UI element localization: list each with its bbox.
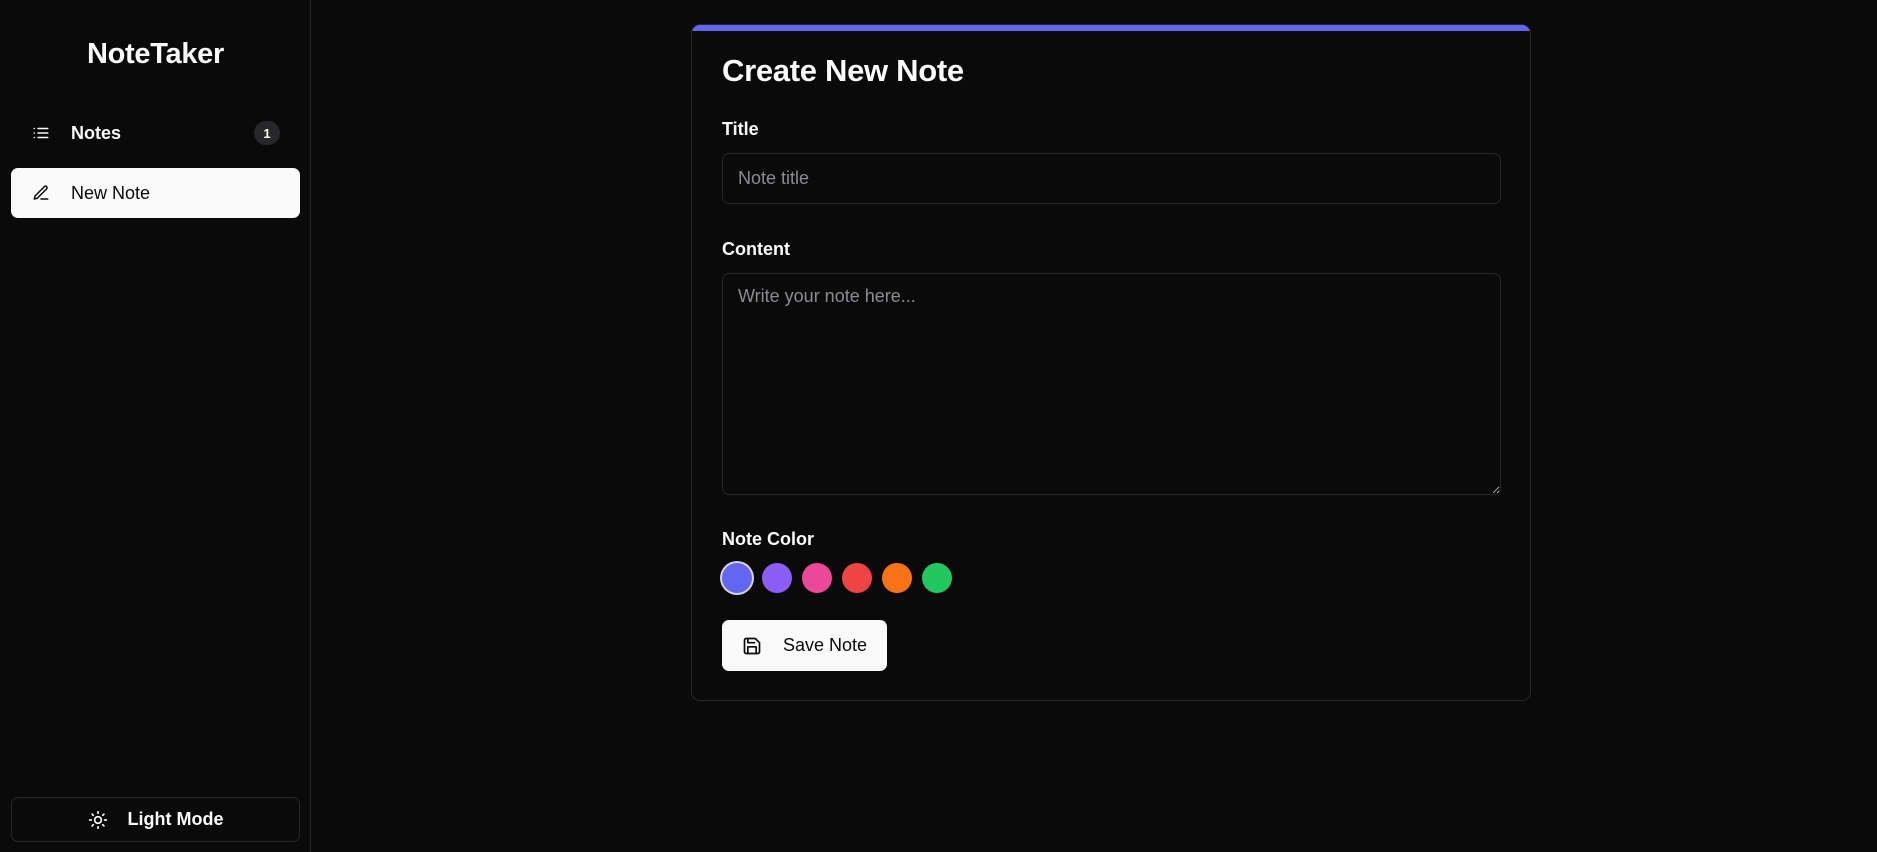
pencil-icon — [31, 183, 51, 203]
title-input[interactable] — [722, 153, 1501, 204]
app-title: NoteTaker — [87, 38, 224, 70]
save-note-label: Save Note — [783, 635, 868, 655]
app-root: NoteTaker Notes 1 New Note Light Mode Cr… — [0, 0, 1877, 852]
color-swatch-group — [722, 563, 1500, 593]
color-swatch[interactable] — [882, 563, 912, 593]
color-swatch[interactable] — [722, 563, 752, 593]
sidebar-item-label: Notes — [71, 122, 122, 143]
notes-count-badge: 1 — [254, 121, 280, 145]
content-label: Content — [722, 239, 790, 259]
card-body: Create New Note Title Content Note Color… — [692, 31, 1530, 671]
sidebar: NoteTaker Notes 1 New Note Light Mode — [0, 0, 311, 852]
color-swatch[interactable] — [802, 563, 832, 593]
theme-toggle-button[interactable]: Light Mode — [11, 797, 300, 842]
save-icon — [742, 636, 762, 656]
main-content: Create New Note Title Content Note Color… — [311, 0, 1877, 852]
color-swatch[interactable] — [842, 563, 872, 593]
page-title: Create New Note — [722, 53, 964, 88]
sidebar-item-notes[interactable]: Notes 1 — [11, 108, 300, 158]
note-color-label: Note Color — [722, 529, 814, 549]
color-swatch[interactable] — [762, 563, 792, 593]
sun-icon — [88, 810, 108, 830]
save-note-button[interactable]: Save Note — [722, 620, 888, 671]
list-icon — [31, 123, 51, 143]
theme-toggle-label: Light Mode — [127, 809, 224, 829]
sidebar-item-label: New Note — [71, 182, 151, 203]
sidebar-item-new-note[interactable]: New Note — [11, 168, 300, 218]
content-textarea[interactable] — [722, 273, 1501, 495]
color-swatch[interactable] — [922, 563, 952, 593]
create-note-card: Create New Note Title Content Note Color… — [691, 24, 1531, 701]
title-label: Title — [722, 119, 759, 139]
